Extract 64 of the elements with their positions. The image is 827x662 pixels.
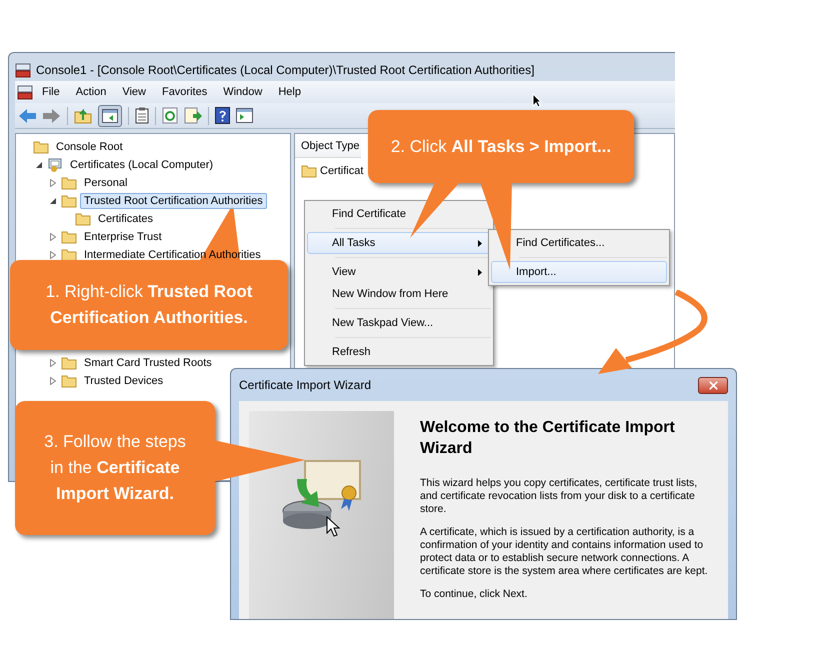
tree-item[interactable]: Console Root (52, 139, 127, 155)
menu-item[interactable]: New Taskpad View... (307, 312, 491, 334)
window-title: Console1 - [Console Root\Certificates (Local Computer)\Trusted Root Certification Authorities] (36, 63, 534, 77)
callout: 3. Follow the steps in the Certificate Import Wizard. (15, 401, 215, 535)
toolbox-icon[interactable] (17, 84, 33, 100)
menu-item[interactable]: Action (68, 86, 114, 98)
folder-icon (61, 176, 77, 190)
folder-icon (33, 140, 49, 154)
collapsed-arrow-icon[interactable] (50, 233, 56, 241)
expanded-arrow-icon[interactable] (36, 162, 42, 168)
tree-item[interactable]: Enterprise Trust (80, 229, 166, 245)
wizard-paragraph: To continue, click Next. (420, 588, 528, 601)
menu-item[interactable]: Help (271, 86, 308, 98)
menu-item[interactable]: Find Certificate (307, 203, 491, 225)
tree-item[interactable]: Smart Card Trusted Roots (80, 355, 216, 371)
cursor-icon (532, 93, 542, 108)
view-icon[interactable] (236, 108, 253, 123)
collapsed-arrow-icon[interactable] (50, 179, 56, 187)
close-icon (706, 378, 720, 392)
folder-icon (75, 212, 91, 226)
submenu-arrow-icon (478, 240, 482, 246)
collapsed-arrow-icon[interactable] (50, 359, 56, 367)
folder-icon (301, 164, 317, 178)
menu-item[interactable]: Refresh (307, 341, 491, 363)
forward-icon[interactable] (43, 108, 61, 122)
panel-icon (102, 108, 118, 122)
help-icon[interactable] (215, 107, 230, 124)
toolbox-icon (15, 62, 31, 78)
menu-item[interactable]: File (35, 86, 67, 98)
menu-item[interactable]: Window (216, 86, 270, 98)
window-title: Certificate Import Wizard (239, 378, 372, 392)
clipboard-icon[interactable] (135, 107, 149, 124)
tree-item[interactable]: Trusted Root Certification Authorities (80, 193, 267, 209)
expanded-arrow-icon[interactable] (50, 198, 56, 204)
menu-item[interactable]: View (307, 261, 491, 283)
folder-icon (61, 248, 77, 262)
tree-item[interactable]: Trusted Devices (80, 373, 168, 389)
close-button[interactable] (698, 376, 728, 394)
menu-item[interactable]: Find Certificates... (491, 232, 667, 254)
menu-item[interactable]: New Window from Here (307, 283, 491, 305)
tree-item[interactable]: Certificates (94, 211, 158, 227)
folder-up-icon[interactable] (74, 108, 92, 124)
folder-icon (61, 356, 77, 370)
menu-item[interactable]: View (115, 86, 153, 98)
tree-item[interactable]: Certificates (Local Computer) (66, 157, 218, 173)
collapsed-arrow-icon[interactable] (50, 251, 56, 259)
folder-icon (61, 230, 77, 244)
wizard-heading: Welcome to the Certificate Import Wizard (420, 418, 676, 459)
folder-icon (61, 194, 77, 208)
menu-item[interactable]: All Tasks (307, 232, 491, 254)
list-item[interactable]: Certificat (320, 165, 364, 177)
tree-item[interactable]: Personal (80, 175, 132, 191)
menu-item[interactable]: Import... (491, 261, 667, 283)
wizard-paragraph: A certificate, which is issued by a certification authority, is a confirmation of your identity and contains information used to protect data or to establish secure network connections. A certificate store is the system area where certificates are kept. (420, 526, 709, 578)
console-tree-button[interactable] (98, 104, 122, 126)
export-icon[interactable] (184, 107, 202, 124)
collapsed-arrow-icon[interactable] (50, 377, 56, 385)
callout: 1. Right-click Trusted Root Certification Authorities. (10, 260, 288, 350)
menu-item[interactable]: Favorites (154, 86, 214, 98)
folder-icon (61, 374, 77, 388)
back-icon[interactable] (19, 108, 37, 122)
submenu-arrow-icon (478, 268, 482, 276)
refresh-icon[interactable] (162, 107, 178, 124)
wizard-paragraph: This wizard helps you copy certificates, certificate trust lists, and certificate revocation lists from your disk to a certificate store. (420, 477, 698, 516)
